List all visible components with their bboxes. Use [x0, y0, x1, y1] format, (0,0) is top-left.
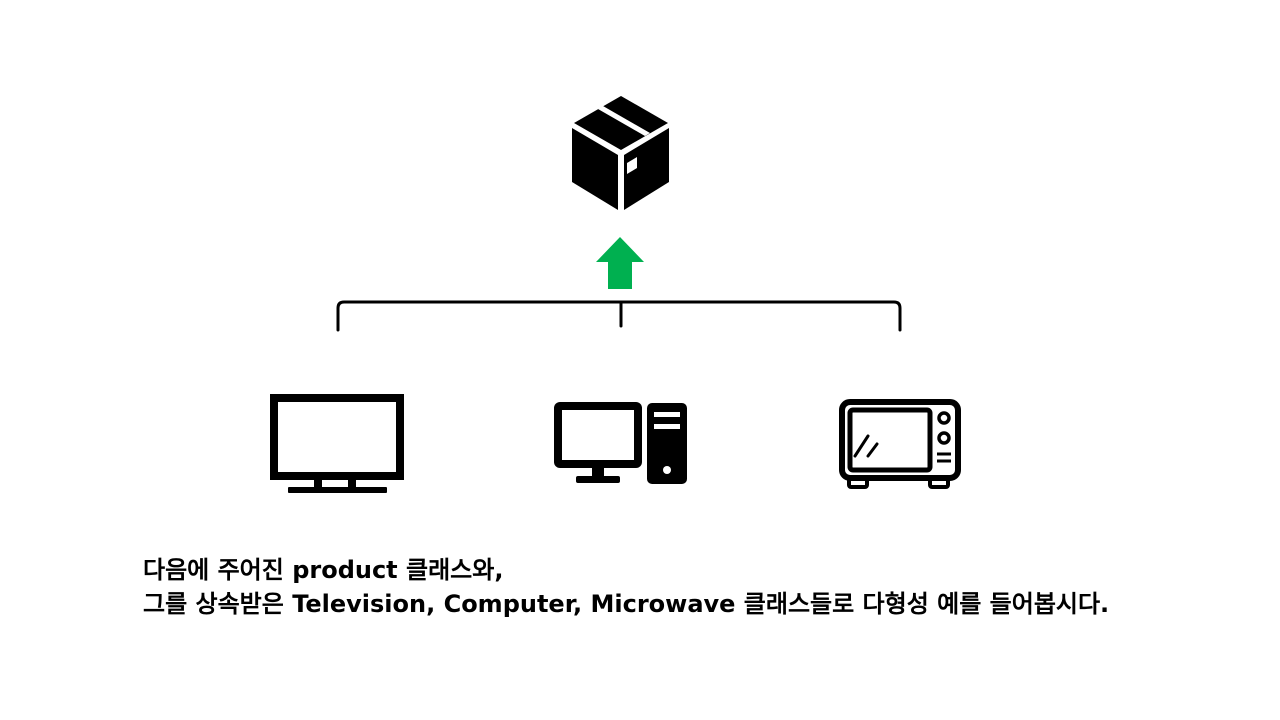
package-box-icon	[572, 96, 669, 210]
caption-line-1: 다음에 주어진 product 클래스와,	[143, 556, 504, 584]
caption-line-2: 그를 상속받은 Television, Computer, Microwave …	[143, 590, 1110, 618]
desktop-computer-icon	[554, 402, 687, 484]
television-icon	[270, 394, 404, 493]
inheritance-arrow-icon	[596, 237, 644, 289]
hierarchy-bracket	[336, 300, 902, 332]
caption-text: 다음에 주어진 product 클래스와, 그를 상속받은 Television…	[143, 553, 1263, 621]
microwave-icon	[839, 399, 961, 489]
